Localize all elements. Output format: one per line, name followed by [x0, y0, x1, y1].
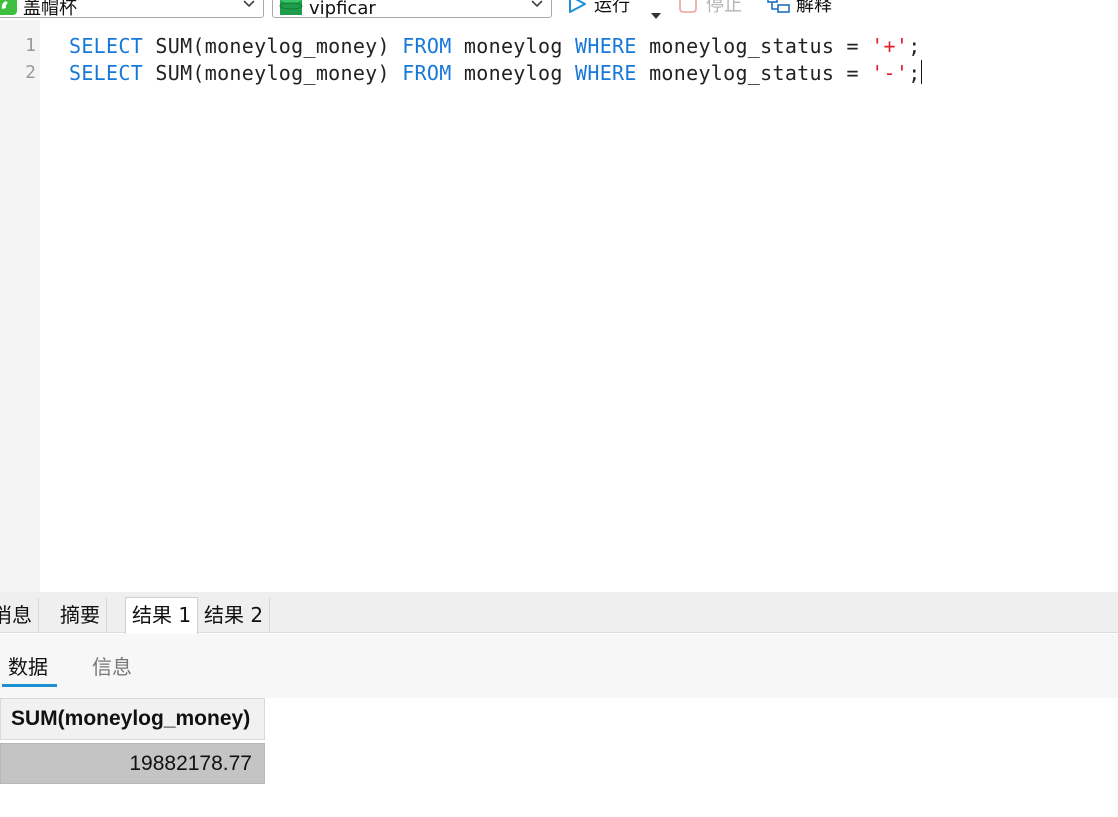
text-caret — [920, 60, 922, 84]
result-subtab-bar: 数据 信息 — [0, 634, 1118, 698]
sql-keyword: WHERE — [575, 61, 637, 85]
line-number-gutter: 1 2 — [0, 20, 40, 592]
table-cell[interactable]: 19882178.77 — [0, 743, 265, 784]
chevron-down-icon — [243, 0, 255, 8]
stop-button[interactable]: 停止 — [678, 0, 742, 18]
database-value: vipficar — [309, 0, 376, 19]
sql-keyword: WHERE — [575, 34, 637, 58]
result-grid: SUM(moneylog_money) 19882178.77 — [0, 698, 1118, 817]
sql-table: moneylog — [451, 61, 576, 85]
run-button[interactable]: 运行 — [566, 0, 630, 18]
tab-result-1[interactable]: 结果 1 — [125, 597, 199, 634]
sql-keyword: FROM — [402, 34, 452, 58]
connection-select[interactable]: 盖帽杯 — [0, 0, 264, 19]
sql-function: SUM(moneylog_money) — [143, 34, 403, 58]
stop-label: 停止 — [706, 0, 742, 16]
code-line[interactable]: SELECT SUM(moneylog_money) FROM moneylog… — [69, 33, 921, 59]
line-number: 1 — [25, 35, 36, 56]
caret-down-icon — [651, 13, 661, 19]
subtab-info[interactable]: 信息 — [92, 654, 132, 680]
sql-condition: moneylog_status = — [636, 61, 872, 85]
stop-icon — [679, 0, 697, 13]
sql-string: '+' — [871, 34, 909, 58]
tab-result-2[interactable]: 结果 2 — [198, 598, 271, 633]
run-label: 运行 — [594, 0, 630, 16]
subtab-data[interactable]: 数据 — [8, 654, 48, 680]
database-select[interactable]: vipficar — [272, 0, 552, 19]
sql-keyword: FROM — [402, 61, 452, 85]
line-number: 2 — [25, 62, 36, 83]
tab-summary[interactable]: 摘要 — [54, 598, 107, 633]
explain-label: 解释 — [796, 0, 832, 16]
chevron-down-icon — [531, 0, 543, 8]
sql-function: SUM(moneylog_money) — [143, 61, 403, 85]
active-subtab-indicator — [2, 684, 57, 687]
code-line[interactable]: SELECT SUM(moneylog_money) FROM moneylog… — [69, 60, 922, 86]
result-tab-bar: 消息 摘要 结果 1 结果 2 — [0, 592, 1118, 634]
tab-messages[interactable]: 消息 — [0, 598, 39, 633]
sql-string: '-' — [871, 61, 909, 85]
sql-terminator: ; — [908, 34, 921, 58]
run-dropdown-button[interactable] — [650, 2, 662, 20]
column-header[interactable]: SUM(moneylog_money) — [0, 698, 265, 740]
explain-icon — [767, 0, 790, 13]
sql-keyword: SELECT — [69, 61, 144, 85]
sql-keyword: SELECT — [69, 34, 144, 58]
connection-icon — [0, 0, 17, 15]
explain-button[interactable]: 解释 — [766, 0, 832, 18]
sql-editor[interactable]: 1 2 SELECT SUM(moneylog_money) FROM mone… — [0, 20, 1118, 592]
database-icon — [279, 0, 303, 15]
toolbar: 盖帽杯 vipficar 运行 停止 解释 — [0, 0, 1118, 20]
sql-condition: moneylog_status = — [636, 34, 872, 58]
play-icon — [569, 0, 586, 13]
sql-terminator: ; — [908, 61, 921, 85]
connection-value: 盖帽杯 — [23, 0, 77, 19]
sql-table: moneylog — [451, 34, 576, 58]
